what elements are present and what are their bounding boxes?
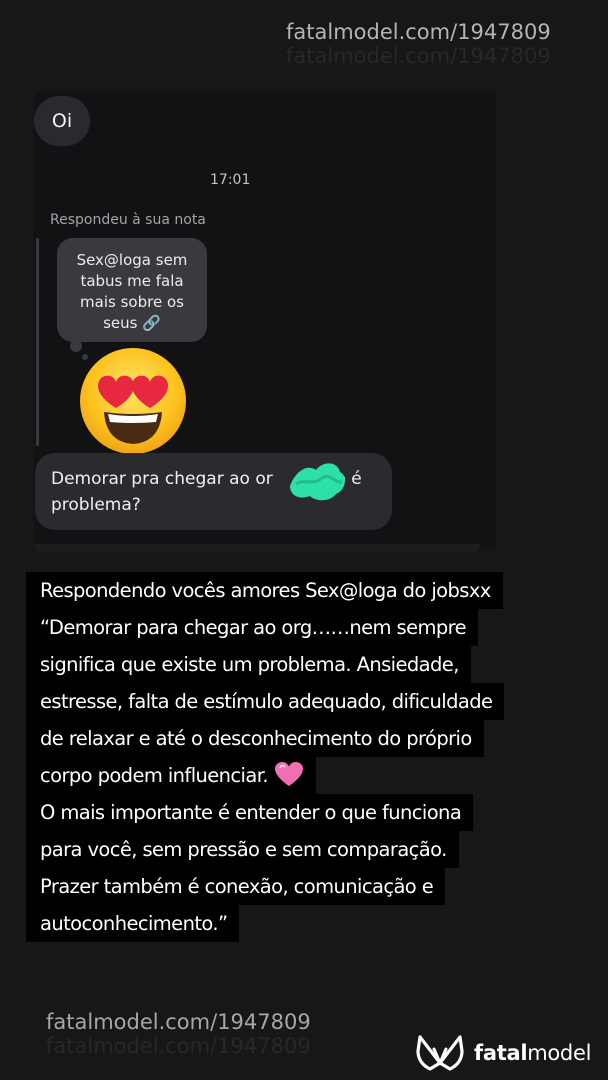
brand-bold: fatal [474,1041,528,1065]
caption-line: para você, sem pressão e sem comparação. [26,831,459,868]
note-bubble[interactable]: Sex@loga sem tabus me fala mais sobre os… [57,238,207,342]
caption-line: estresse, falta de estímulo adequado, di… [26,683,505,720]
fatalmodel-logo: fatalmodel [414,1032,600,1074]
brand-wordmark: fatalmodel [474,1041,591,1065]
watermark-bottom: fatalmodel.com/1947809 fatalmodel.com/19… [46,1010,311,1058]
reply-indicator-bar [36,238,39,446]
caption-line: autoconhecimento.” [26,905,240,942]
watermark-bottom-text: fatalmodel.com/1947809 [46,1010,311,1034]
watermark-bottom-shadow: fatalmodel.com/1947809 [46,1034,311,1058]
censor-scribble [290,463,345,501]
caption-line: Respondendo vocês amores Sex@loga do job… [26,572,503,609]
question-text-part1: Demorar pra chegar ao or [51,469,273,489]
caption-line: de relaxar e até o desconhecimento do pr… [26,720,484,757]
replied-to-note-label: Respondeu à sua nota [50,212,206,228]
pink-heart-icon [274,762,303,786]
heart-eyes-emoji-icon [80,348,186,454]
caption-line: O mais importante é entender o que funci… [26,794,474,831]
note-text: Sex@loga sem tabus me fala mais sobre os… [76,251,188,332]
caption-line: significa que existe um problema. Ansied… [26,646,471,683]
butterfly-logo-icon [416,1035,464,1071]
caption-line: Prazer também é conexão, comunicação e [26,868,446,905]
watermark-top-text: fatalmodel.com/1947809 [286,20,551,44]
watermark-top-shadow: fatalmodel.com/1947809 [286,44,551,68]
caption-line: corpo podem influenciar. [40,764,269,787]
caption-line: “Demorar para chegar ao org……nem sempre [26,609,479,646]
brand-regular: model [527,1041,592,1065]
greeting-text: Oi [51,110,73,132]
greeting-bubble[interactable]: Oi [34,96,90,146]
watermark-top: fatalmodel.com/1947809 fatalmodel.com/19… [286,20,551,68]
message-timestamp: 17:01 [210,172,251,188]
story-caption: Respondendo vocês amores Sex@loga do job… [26,572,586,942]
caption-line-with-heart: corpo podem influenciar. [26,757,316,794]
panel-bottom-edge [34,544,480,552]
